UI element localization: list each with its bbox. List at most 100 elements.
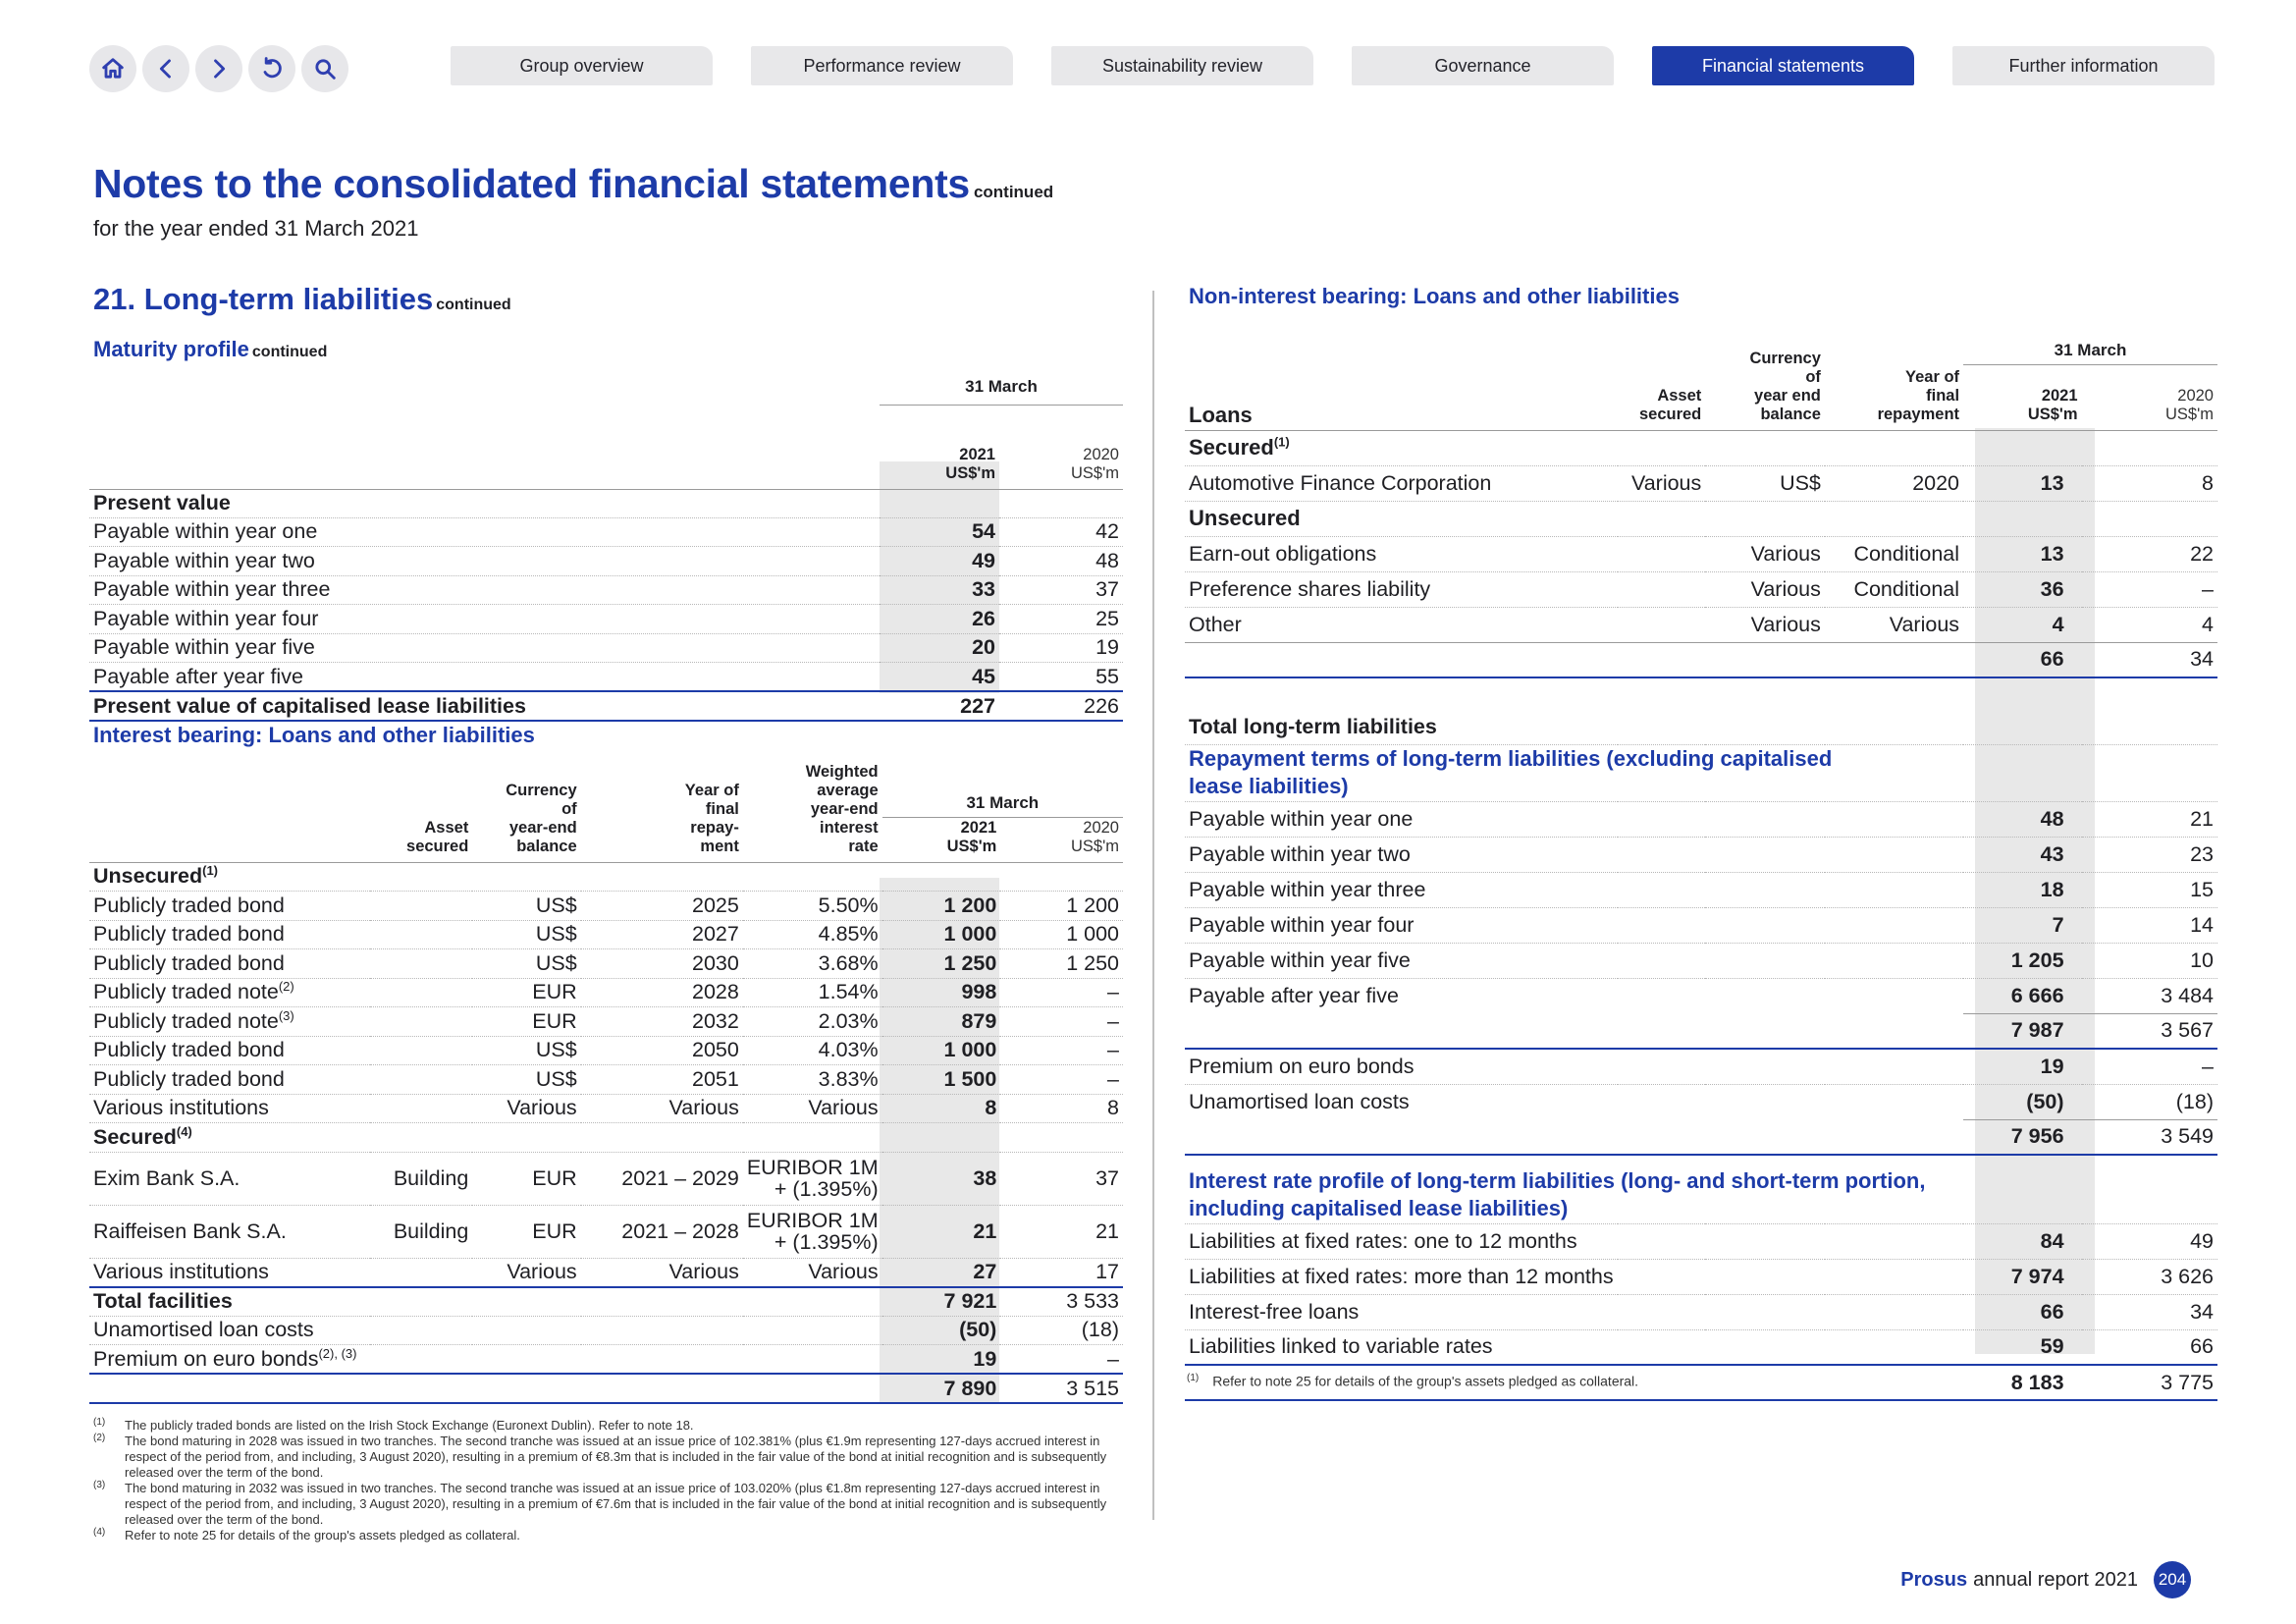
- table-row: Unamortised loan costs (50) (18): [1189, 1089, 2214, 1113]
- table-row: Publicly traded bond US$ 2025 5.50% 1 200 1 2…: [89, 891, 1123, 921]
- table-row: Automotive Finance Corporation Various US$…: [1185, 465, 2217, 502]
- subtotal-row: 66 34: [1185, 641, 2217, 678]
- table-row: Publicly traded note(2) EUR 2028 1.54% 998–: [89, 978, 1123, 1007]
- right-footnote: (1) Refer to note 25 for details of the g…: [1187, 1373, 1639, 1389]
- table-row: Payable within year two 43 23: [1185, 837, 2217, 873]
- table-row: Payable within year one 54 42: [89, 517, 1123, 547]
- table-row: Premium on euro bonds(2), (3) 19–: [93, 1345, 1119, 1371]
- col-2021-header: 2021 US$'m: [1963, 364, 2082, 431]
- table-row: Publicly traded bond US$ 2051 3.83% 1 500–: [89, 1064, 1123, 1095]
- table-row: Liabilities at fixed rates: one to 12 mo…: [1185, 1223, 2217, 1260]
- year-final-header: Year of final repayment: [1824, 332, 1964, 431]
- total-row: Present value of capitalised lease liabi…: [89, 690, 1123, 722]
- table-row: Various institutions Various Various Variou…: [89, 1094, 1123, 1123]
- table-row: Exim Bank S.A. Building EUR 2021 – 2029 EURI…: [89, 1152, 1123, 1206]
- table-row: Publicly traded bond US$ 2050 4.03% 1 000–: [89, 1036, 1123, 1065]
- total-long-term-heading: Total long-term liabilities: [1185, 711, 1964, 745]
- table-row: Premium on euro bonds 19–: [1185, 1049, 2217, 1085]
- table-row: Publicly traded note(3) EUR 2032 2.03% 879–: [89, 1006, 1123, 1037]
- table-row: Payable after year five 45 55: [89, 662, 1123, 692]
- table-row: Other Various Various 4 4: [1189, 612, 2214, 636]
- forward-button[interactable]: [195, 45, 242, 92]
- year-final-header: Year of final repay-ment: [580, 762, 743, 863]
- table-row: Publicly traded bond US$ 2027 4.85% 1 000 1 0…: [89, 920, 1123, 949]
- table-row: Raiffeisen Bank S.A. Building EUR 2021 – 20…: [89, 1205, 1123, 1259]
- home-icon: [102, 58, 124, 79]
- table-row: Various institutions Various Various Variou…: [93, 1260, 1119, 1283]
- table-row: Interest-free loans 66 34: [1185, 1294, 2217, 1330]
- home-button[interactable]: [89, 45, 136, 92]
- table-row: Liabilities at fixed rates: more than 12…: [1185, 1259, 2217, 1295]
- interest-march-header: 31 March: [881, 762, 1123, 818]
- undo-button[interactable]: [248, 45, 295, 92]
- table-row: Payable within year three 33 37: [89, 575, 1123, 605]
- table-row: Publicly traded bond US$ 2030 3.68% 1 250 1 2…: [89, 948, 1123, 979]
- column-divider: [1152, 291, 1154, 1520]
- undo-icon: [263, 57, 282, 79]
- col-2020-header: 2020 US$'m: [999, 405, 1123, 490]
- non-interest-title: Non-interest bearing: Loans and other li…: [1189, 284, 1680, 308]
- interest-rate-profile-heading: Interest rate profile of long-term liabi…: [1185, 1166, 1964, 1224]
- col-2021-header: 2021 US$'m: [880, 405, 999, 490]
- asset-secured-header: Asset secured: [369, 762, 473, 863]
- col-2021-header: 2021 US$'m: [881, 817, 1001, 863]
- tab-sustainability-review[interactable]: Sustainability review: [1051, 46, 1313, 85]
- tab-governance[interactable]: Governance: [1352, 46, 1614, 85]
- search-button[interactable]: [301, 45, 348, 92]
- section-title: 21. Long-term liabilities continued: [93, 282, 511, 316]
- maturity-title: Maturity profile continued: [93, 337, 328, 361]
- loans-header: Loans: [1185, 332, 1618, 431]
- maturity-table: 31 March 2021 US$'m 2020 US$'m Present val…: [89, 373, 1123, 722]
- total-facilities-row: Total facilities 7 921 3 533: [89, 1285, 1123, 1317]
- table-row: Payable within year four 26 25: [89, 604, 1123, 634]
- tab-financial-statements[interactable]: Financial statements: [1652, 46, 1914, 85]
- asset-secured-header: Asset secured: [1617, 332, 1706, 431]
- secured-heading: Secured(1): [1185, 430, 1618, 466]
- table-row: Payable within year five 20 19: [89, 633, 1123, 663]
- chevron-right-icon: [214, 59, 226, 79]
- brand-name: Prosus: [1900, 1568, 1968, 1591]
- table-row: Liabilities linked to variable rates 59 66: [1189, 1334, 2214, 1359]
- back-button[interactable]: [142, 45, 189, 92]
- page-number: 204: [2154, 1561, 2191, 1598]
- net-total-row: 7 890 3 515: [89, 1373, 1123, 1404]
- interest-bearing-table: Asset secured Currency of year-end balance Y…: [89, 762, 1123, 1404]
- footnote: (3) The bond maturing in 2032 was issued …: [93, 1480, 1107, 1527]
- currency-header: Currency of year-end balance: [472, 762, 581, 863]
- table-row: Payable within year five 1 205 10: [1185, 943, 2217, 979]
- table-row: Earn-out obligations Various Conditional 13…: [1185, 536, 2217, 572]
- footnote: (2) The bond maturing in 2028 was issued …: [93, 1433, 1107, 1480]
- col-2020-header: 2020 US$'m: [1000, 817, 1123, 863]
- tab-further-information[interactable]: Further information: [1952, 46, 2215, 85]
- chevron-left-icon: [159, 59, 171, 79]
- page-title: Notes to the consolidated financial stat…: [93, 161, 1054, 206]
- report-name: annual report 2021: [1973, 1568, 2138, 1591]
- table-row: Payable within year two 49 48: [89, 546, 1123, 576]
- tab-performance-review[interactable]: Performance review: [751, 46, 1013, 85]
- currency-header: Currency of year end balance: [1705, 332, 1825, 431]
- table-row: Unamortised loan costs (50) (18): [89, 1316, 1123, 1345]
- repayment-terms-heading: Repayment terms of long-term liabilities…: [1185, 744, 1964, 802]
- interest-bearing-title: Interest bearing: Loans and other liabil…: [93, 723, 535, 747]
- unsecured-heading: Unsecured: [1185, 501, 1618, 537]
- secured-heading: Secured(4): [89, 1122, 370, 1153]
- present-value-heading: Present value: [89, 489, 880, 518]
- subtotal-row: 7 956 3 549: [1185, 1118, 2217, 1156]
- footnote: (1) The publicly traded bonds are listed …: [93, 1417, 694, 1433]
- right-march-header: 31 March: [1963, 332, 2217, 365]
- page-footer: Prosus annual report 2021 204: [1900, 1561, 2191, 1598]
- table-row: Payable after year five 6 666 3 484: [1189, 983, 2214, 1007]
- rate-header: Weighted average year-end interest rate: [742, 762, 882, 863]
- non-interest-table: Loans Asset secured Currency of year end bal…: [1185, 332, 2217, 1401]
- col-2020-header: 2020 US$'m: [2081, 364, 2217, 431]
- subtotal-row: 7 987 3 567: [1185, 1012, 2217, 1050]
- page-subtitle: for the year ended 31 March 2021: [93, 216, 419, 241]
- table-row: Preference shares liability Various Condit…: [1185, 571, 2217, 608]
- table-row: Payable within year three 18 15: [1185, 872, 2217, 908]
- table-row: Payable within year four 7 14: [1185, 907, 2217, 944]
- footnote: (4) Refer to note 25 for details of the g…: [93, 1527, 520, 1543]
- tab-group-overview[interactable]: Group overview: [451, 46, 713, 85]
- unsecured-heading: Unsecured(1): [89, 862, 370, 892]
- table-row: Payable within year one 48 21: [1185, 801, 2217, 838]
- search-icon: [315, 59, 336, 80]
